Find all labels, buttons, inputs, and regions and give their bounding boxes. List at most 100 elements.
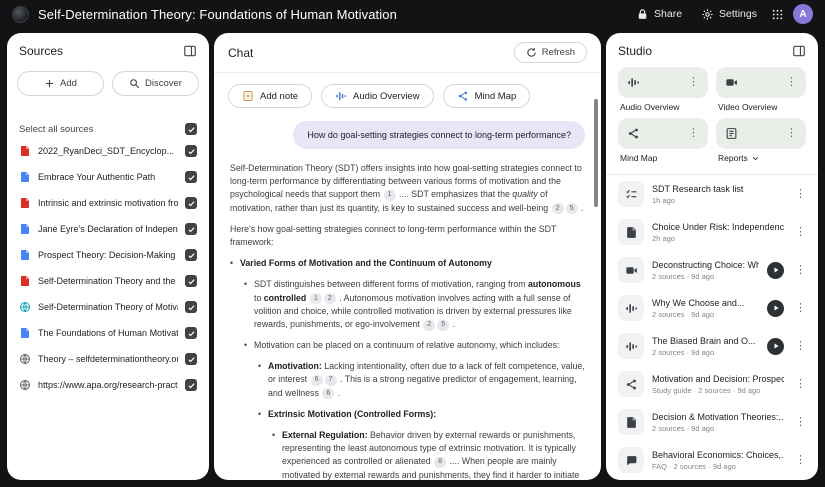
studio-items-list: SDT Research task list 1h ago ⋮ Choice Unde… [606, 175, 818, 479]
share-button[interactable]: Share [631, 5, 687, 24]
studio-card-audio-overview[interactable]: ⋮ [618, 67, 708, 98]
gear-icon [701, 8, 714, 21]
source-list-item[interactable]: Intrinsic and extrinsic motivation from … [7, 190, 209, 216]
more-options-icon[interactable]: ⋮ [792, 301, 809, 316]
source-list-item[interactable]: https://www.apa.org/research-practice/co… [7, 372, 209, 398]
citation-chip[interactable]: 2 [323, 293, 336, 305]
discover-button[interactable]: Discover [112, 71, 199, 96]
more-options-icon[interactable]: ⋮ [792, 225, 809, 240]
source-checkbox[interactable] [185, 145, 197, 157]
studio-item-title: Choice Under Risk: Independence and... [652, 221, 784, 232]
source-list-item[interactable]: Embrace Your Authentic Path [7, 164, 209, 190]
play-button[interactable] [767, 261, 784, 279]
source-checkbox[interactable] [185, 249, 197, 261]
studio-card-cell: ⋮ Audio Overview [618, 67, 708, 112]
avatar[interactable]: A [793, 4, 813, 24]
citation-chip[interactable]: 2 [423, 319, 436, 331]
bullet-marker: • [258, 361, 262, 372]
refresh-button[interactable]: Refresh [513, 42, 587, 63]
source-checkbox[interactable] [185, 171, 197, 183]
discover-label: Discover [145, 78, 182, 89]
citation-chip[interactable]: 1 [383, 190, 396, 202]
collapse-studio-panel-icon[interactable] [792, 44, 806, 58]
studio-item[interactable]: Deconstructing Choice: Why W...2 sources… [606, 251, 818, 289]
studio-card-mind-map[interactable]: ⋮ [618, 118, 708, 149]
citation-chip[interactable]: 6 [310, 375, 323, 387]
chat-action-audio-overview[interactable]: Audio Overview [321, 84, 434, 108]
source-list-item[interactable]: Prospect Theory: Decision-Making Under .… [7, 242, 209, 268]
studio-item-text: Choice Under Risk: Independence and...2h… [652, 222, 784, 243]
chat-scrollbar[interactable] [594, 99, 598, 207]
citation-chip[interactable]: 1 [309, 293, 322, 305]
source-checkbox[interactable] [185, 301, 197, 313]
studio-item[interactable]: Choice Under Risk: Independence and...2h… [606, 213, 818, 251]
source-checkbox[interactable] [185, 379, 197, 391]
studio-item-title: The Biased Brain and O... [652, 335, 756, 346]
source-checkbox[interactable] [185, 223, 197, 235]
video-overview-icon [725, 76, 738, 89]
play-button[interactable] [767, 337, 784, 355]
more-options-icon[interactable]: ⋮ [783, 75, 800, 90]
panels-container: Sources Add Discover Select all sources … [0, 28, 825, 487]
source-list-item[interactable]: Jane Eyre's Declaration of Independence [7, 216, 209, 242]
chat-action-mind-map[interactable]: Mind Map [442, 84, 531, 108]
source-list-item[interactable]: Self-Determination Theory of Motivation … [7, 294, 209, 320]
more-options-icon[interactable]: ⋮ [792, 339, 809, 354]
source-checkbox[interactable] [185, 197, 197, 209]
source-list-item[interactable]: Theory – selfdeterminationtheory.org [7, 346, 209, 372]
add-source-button[interactable]: Add [17, 71, 104, 96]
user-question-bubble: How do goal-setting strategies connect t… [293, 121, 585, 149]
chat-action-label: Audio Overview [353, 90, 420, 102]
studio-item[interactable]: Decision & Motivation Theories:... 2 sour… [606, 403, 818, 441]
response-text: Amotivation: [268, 361, 322, 372]
more-options-icon[interactable]: ⋮ [685, 75, 702, 90]
source-list-item[interactable]: 2022_RyanDeci_SDT_Encyclop... [7, 138, 209, 164]
lock-icon [636, 8, 649, 21]
studio-card-cell: ⋮ Reports [716, 118, 806, 163]
studio-item[interactable]: Behavioral Economics: Choices,... FAQ · 2… [606, 441, 818, 479]
source-checkbox[interactable] [185, 275, 197, 287]
notebook-title[interactable]: Self-Determination Theory: Foundations o… [38, 7, 397, 22]
source-list-item[interactable]: The Foundations of Human Motivation: Se.… [7, 320, 209, 346]
studio-item[interactable]: SDT Research task list 1h ago ⋮ [606, 175, 818, 213]
citation-chip[interactable]: 5 [437, 319, 450, 331]
studio-card-video-overview[interactable]: ⋮ [716, 67, 806, 98]
citation-chip[interactable]: 7 [324, 375, 337, 387]
studio-card-reports[interactable]: ⋮ [716, 118, 806, 149]
app-logo-icon[interactable] [12, 5, 29, 23]
studio-item[interactable]: The Biased Brain and O... 2 sources · 9d … [606, 327, 818, 365]
more-options-icon[interactable]: ⋮ [792, 415, 809, 430]
doc-item-icon [618, 219, 644, 245]
source-checkbox[interactable] [185, 353, 197, 365]
bullet-marker: • [230, 258, 234, 269]
studio-item[interactable]: Motivation and Decision: Prospect an...S… [606, 365, 818, 403]
citation-chip[interactable]: 6 [322, 388, 335, 400]
chat-action-add-note[interactable]: Add note [228, 84, 313, 108]
mindmap-item-icon [618, 371, 644, 397]
sources-panel-title: Sources [19, 44, 64, 58]
more-options-icon[interactable]: ⋮ [792, 453, 809, 468]
citation-chip[interactable]: 5 [565, 203, 578, 215]
more-options-icon[interactable]: ⋮ [792, 263, 809, 278]
studio-item[interactable]: Why We Choose and... 2 sources · 9d ago ⋮ [606, 289, 818, 327]
studio-item-text: Why We Choose and... 2 sources · 9d ago [652, 298, 759, 319]
source-checkbox[interactable] [185, 327, 197, 339]
more-options-icon[interactable]: ⋮ [792, 377, 809, 392]
settings-button[interactable]: Settings [696, 5, 762, 24]
collapse-sources-panel-icon[interactable] [183, 44, 197, 58]
select-all-checkbox[interactable] [185, 123, 197, 135]
checklist-item-icon [618, 181, 644, 207]
response-paragraph: • Varied Forms of Motivation and the Cont… [230, 257, 585, 270]
citation-chip[interactable]: 2 [551, 203, 564, 215]
doc-item-icon [618, 409, 644, 435]
more-options-icon[interactable]: ⋮ [783, 126, 800, 141]
studio-card-label: Mind Map [618, 153, 708, 163]
more-options-icon[interactable]: ⋮ [792, 187, 809, 202]
studio-card-label: Video Overview [716, 102, 806, 112]
citation-chip[interactable]: 8 [434, 457, 447, 469]
studio-item-meta: 2h ago [652, 233, 675, 243]
apps-grid-icon[interactable] [771, 8, 784, 21]
play-button[interactable] [767, 299, 784, 317]
source-list-item[interactable]: Self-Determination Theory and the Facili… [7, 268, 209, 294]
more-options-icon[interactable]: ⋮ [685, 126, 702, 141]
